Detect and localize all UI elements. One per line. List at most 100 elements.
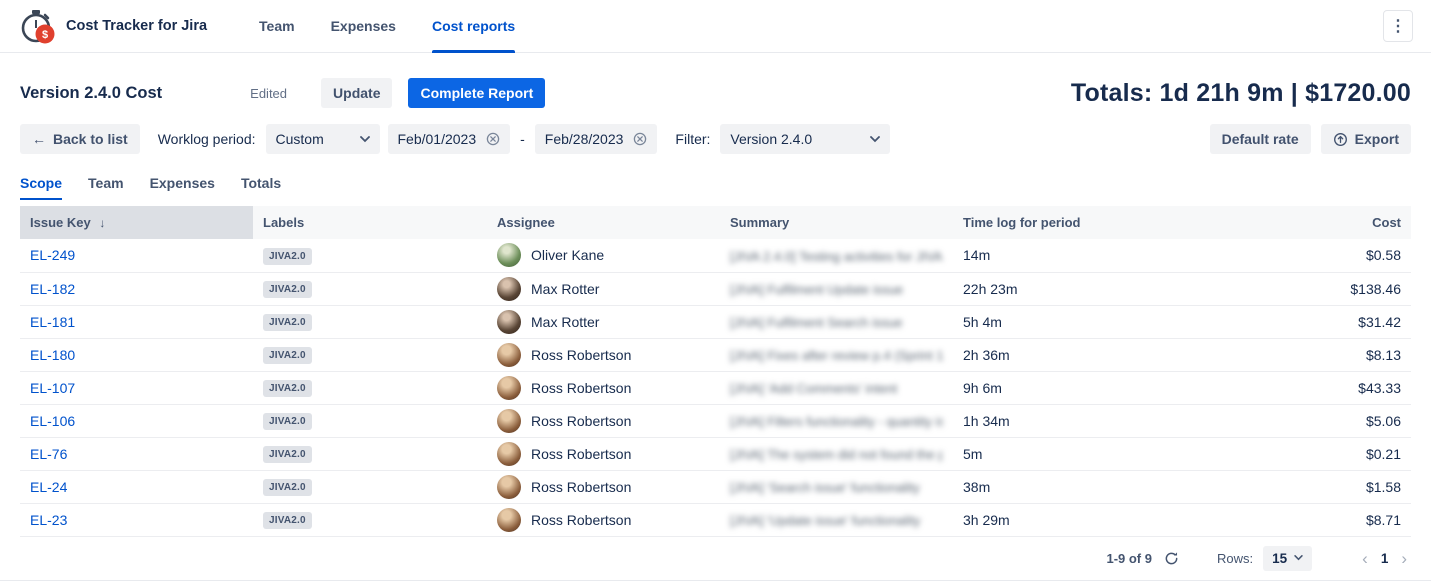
assignee-avatar	[497, 475, 521, 499]
issue-key-link[interactable]: EL-24	[30, 479, 67, 495]
issue-key-link[interactable]: EL-106	[30, 413, 75, 429]
worklog-period-select[interactable]: Custom	[266, 124, 380, 154]
filter-label: Filter:	[675, 131, 710, 147]
worklog-period-value: Custom	[276, 131, 324, 147]
refresh-icon[interactable]	[1162, 549, 1181, 568]
time-log-value: 38m	[953, 470, 1201, 503]
default-rate-button[interactable]: Default rate	[1210, 124, 1311, 154]
nav-tab-team[interactable]: Team	[259, 0, 295, 52]
table-row: EL-249 JIVA2.0 Oliver Kane [JIVA 2.4.0] …	[20, 239, 1411, 272]
current-page-number[interactable]: 1	[1381, 551, 1389, 566]
rows-per-page-select[interactable]: 15	[1263, 546, 1312, 571]
table-row: EL-181 JIVA2.0 Max Rotter [JIVA] Fulfilm…	[20, 305, 1411, 338]
assignee-avatar	[497, 409, 521, 433]
label-badge: JIVA2.0	[263, 479, 312, 496]
cost-value: $138.46	[1201, 272, 1411, 305]
svg-text:$: $	[42, 29, 48, 41]
chevron-down-icon	[870, 136, 880, 143]
time-log-value: 2h 36m	[953, 338, 1201, 371]
label-badge: JIVA2.0	[263, 281, 312, 298]
page-title: Version 2.4.0 Cost	[20, 84, 162, 103]
export-button[interactable]: Export	[1321, 124, 1411, 154]
more-options-kebab-icon[interactable]: ⋮	[1383, 10, 1413, 42]
cost-value: $1.58	[1201, 470, 1411, 503]
summary-text-blurred: [JIVA] 'Update issue' functionality	[730, 513, 920, 528]
col-header-issue-key[interactable]: Issue Key ↓	[20, 206, 253, 239]
table-row: EL-106 JIVA2.0 Ross Robertson [JIVA] Fil…	[20, 404, 1411, 437]
edited-status: Edited	[250, 86, 287, 101]
cost-value: $31.42	[1201, 305, 1411, 338]
tab-team[interactable]: Team	[88, 175, 124, 200]
col-header-assignee[interactable]: Assignee	[487, 206, 720, 239]
issue-key-link[interactable]: EL-182	[30, 281, 75, 297]
col-header-labels[interactable]: Labels	[253, 206, 487, 239]
summary-text-blurred: [JIVA] Filters functionality - quantity …	[730, 414, 943, 429]
col-header-time-log[interactable]: Time log for period	[953, 206, 1201, 239]
label-badge: JIVA2.0	[263, 446, 312, 463]
previous-page-icon[interactable]: ‹	[1362, 550, 1368, 567]
col-header-summary[interactable]: Summary	[720, 206, 953, 239]
assignee-avatar	[497, 310, 521, 334]
tab-expenses[interactable]: Expenses	[150, 175, 215, 200]
complete-report-button[interactable]: Complete Report	[408, 78, 545, 108]
date-range-dash: -	[520, 131, 525, 147]
chevron-down-icon	[1294, 555, 1303, 561]
label-badge: JIVA2.0	[263, 380, 312, 397]
col-header-cost[interactable]: Cost	[1201, 206, 1411, 239]
time-log-value: 22h 23m	[953, 272, 1201, 305]
back-to-list-button[interactable]: ← Back to list	[20, 124, 140, 154]
bottom-divider	[0, 580, 1431, 581]
issue-key-link[interactable]: EL-181	[30, 314, 75, 330]
next-page-icon[interactable]: ›	[1401, 550, 1407, 567]
table-footer: 1-9 of 9 Rows: 15 ‹ 1 ›	[0, 537, 1431, 571]
date-from-field[interactable]: Feb/01/2023	[388, 124, 511, 154]
issue-key-link[interactable]: EL-249	[30, 247, 75, 263]
summary-text-blurred: [JIVA] Fixes after review p.4 (Sprint 17…	[730, 348, 943, 363]
issue-key-link[interactable]: EL-107	[30, 380, 75, 396]
summary-text-blurred: [JIVA 2.4.0] Testing activities for JIVA…	[730, 249, 943, 264]
version-filter-value: Version 2.4.0	[730, 131, 812, 147]
cost-value: $0.58	[1201, 239, 1411, 272]
issue-key-link[interactable]: EL-76	[30, 446, 67, 462]
back-arrow-icon: ←	[32, 131, 46, 147]
assignee-avatar	[497, 442, 521, 466]
nav-tab-expenses[interactable]: Expenses	[331, 0, 396, 52]
assignee-name: Ross Robertson	[531, 413, 631, 429]
assignee-name: Max Rotter	[531, 281, 599, 297]
update-button[interactable]: Update	[321, 78, 392, 108]
result-range: 1-9 of 9	[1106, 551, 1152, 566]
pagination: ‹ 1 ›	[1362, 550, 1407, 567]
date-to-field[interactable]: Feb/28/2023	[535, 124, 658, 154]
assignee-name: Max Rotter	[531, 314, 599, 330]
clear-date-icon[interactable]	[486, 132, 500, 146]
assignee-name: Oliver Kane	[531, 247, 604, 263]
worklog-period-label: Worklog period:	[158, 131, 256, 147]
table-row: EL-180 JIVA2.0 Ross Robertson [JIVA] Fix…	[20, 338, 1411, 371]
cost-value: $8.71	[1201, 503, 1411, 536]
label-badge: JIVA2.0	[263, 248, 312, 265]
clear-date-icon[interactable]	[633, 132, 647, 146]
summary-text-blurred: [JIVA] Fulfilment Update issue	[730, 282, 903, 297]
back-to-list-label: Back to list	[53, 131, 128, 147]
table-row: EL-182 JIVA2.0 Max Rotter [JIVA] Fulfilm…	[20, 272, 1411, 305]
scope-table: Issue Key ↓ Labels Assignee Summary Time…	[20, 206, 1411, 537]
tab-scope[interactable]: Scope	[20, 175, 62, 200]
rows-per-page-label: Rows:	[1217, 551, 1253, 566]
date-from-value: Feb/01/2023	[398, 131, 477, 147]
version-filter-select[interactable]: Version 2.4.0	[720, 124, 890, 154]
assignee-name: Ross Robertson	[531, 446, 631, 462]
label-badge: JIVA2.0	[263, 512, 312, 529]
nav-tab-cost-reports[interactable]: Cost reports	[432, 0, 515, 52]
issue-key-link[interactable]: EL-180	[30, 347, 75, 363]
table-row: EL-76 JIVA2.0 Ross Robertson [JIVA] The …	[20, 437, 1411, 470]
tab-totals[interactable]: Totals	[241, 175, 281, 200]
assignee-name: Ross Robertson	[531, 347, 631, 363]
issue-key-link[interactable]: EL-23	[30, 512, 67, 528]
assignee-avatar	[497, 508, 521, 532]
assignee-avatar	[497, 243, 521, 267]
assignee-name: Ross Robertson	[531, 380, 631, 396]
label-badge: JIVA2.0	[263, 413, 312, 430]
cost-value: $5.06	[1201, 404, 1411, 437]
export-icon	[1333, 132, 1348, 147]
assignee-name: Ross Robertson	[531, 512, 631, 528]
